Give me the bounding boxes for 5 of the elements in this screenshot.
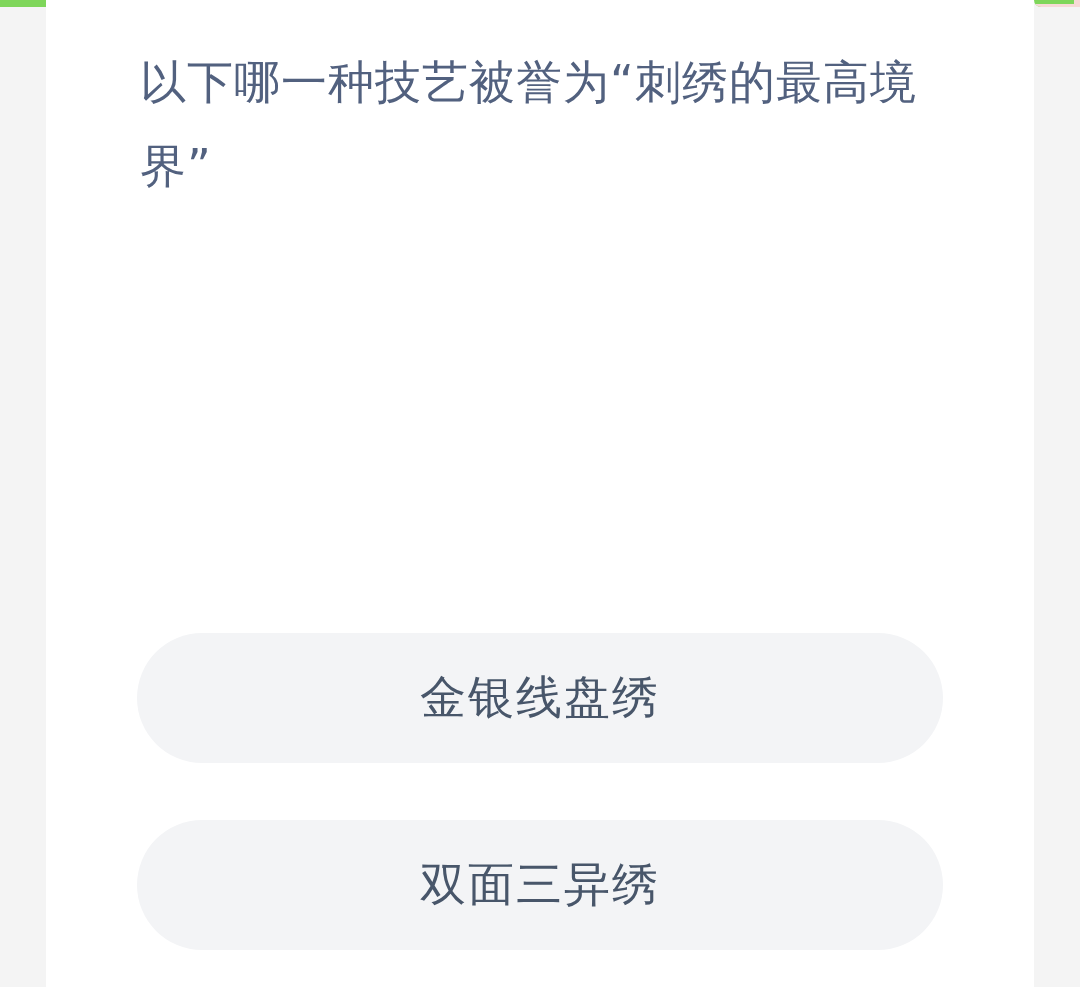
answer-option[interactable]: 双面三异绣 bbox=[137, 820, 943, 950]
decoration-strip bbox=[1034, 0, 1080, 7]
answer-option[interactable]: 金银线盘绣 bbox=[137, 633, 943, 763]
question-text: 以下哪一种技艺被誉为“刺绣的最高境界” bbox=[139, 54, 918, 195]
decoration-strip bbox=[0, 0, 46, 7]
